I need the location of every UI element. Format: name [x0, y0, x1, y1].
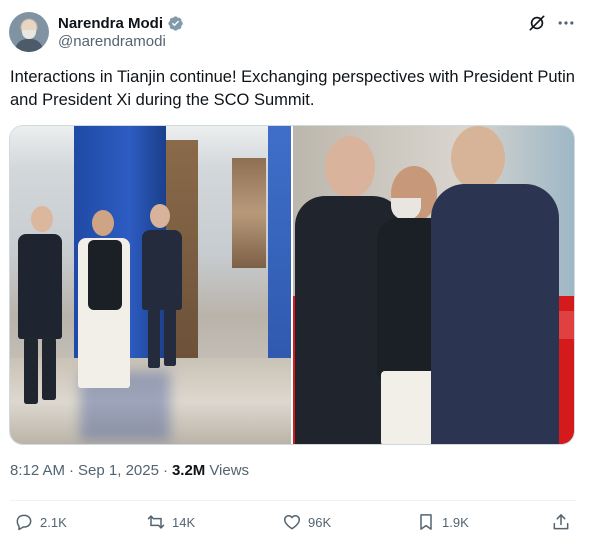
figure-right-walker: [140, 204, 184, 370]
tweet-meta: 8:12 AM · Sep 1, 2025 · 3.2M Views: [10, 462, 249, 479]
bookmark-icon: [420, 514, 432, 530]
media-grid: [9, 125, 575, 445]
heart-icon: [283, 515, 301, 530]
avatar[interactable]: [9, 12, 49, 52]
verified-badge-icon[interactable]: [167, 15, 184, 32]
bookmark-count: 1.9K: [442, 514, 469, 530]
figure-white-kurta: [74, 210, 134, 418]
like-count: 96K: [308, 514, 332, 530]
photo-leaders-walking[interactable]: [10, 126, 291, 444]
author-name-row: Narendra Modi: [58, 13, 184, 33]
reply-icon: [16, 514, 32, 531]
photo-leaders-talking[interactable]: [293, 126, 574, 444]
reply-button[interactable]: 2.1K: [14, 512, 67, 532]
share-button[interactable]: [551, 512, 571, 532]
bookmark-button[interactable]: 1.9K: [416, 512, 469, 532]
tweet-text: Interactions in Tianjin continue! Exchan…: [10, 68, 575, 109]
actions-divider: [10, 500, 576, 501]
tweet-time[interactable]: 8:12 AM: [10, 462, 65, 479]
grok-icon[interactable]: [527, 13, 547, 33]
figure-right-speaker: [431, 126, 571, 444]
meta-separator-2: ·: [162, 462, 168, 479]
repost-count: 14K: [172, 514, 196, 530]
more-icon[interactable]: [556, 13, 576, 33]
author-handle[interactable]: @narendramodi: [58, 33, 166, 50]
avatar-body: [15, 39, 43, 52]
views-count[interactable]: 3.2M: [172, 462, 205, 479]
meta-separator: ·: [69, 462, 75, 479]
action-bar: 2.1K 14K 96K 1.9K: [0, 512, 592, 535]
tweet-card: Narendra Modi @narendramodi Interactions…: [0, 0, 592, 535]
blue-wall: [268, 126, 291, 376]
repost-button[interactable]: 14K: [146, 512, 195, 532]
figure-left-walker: [12, 206, 64, 414]
mural-panel: [232, 158, 266, 268]
reply-count: 2.1K: [40, 514, 67, 530]
like-button[interactable]: 96K: [282, 512, 331, 532]
author-display-name[interactable]: Narendra Modi: [58, 15, 163, 32]
share-icon: [553, 514, 569, 530]
avatar-beard: [22, 30, 36, 39]
views-label: Views: [209, 462, 250, 479]
repost-icon: [147, 515, 165, 529]
tweet-date[interactable]: Sep 1, 2025: [78, 462, 159, 479]
